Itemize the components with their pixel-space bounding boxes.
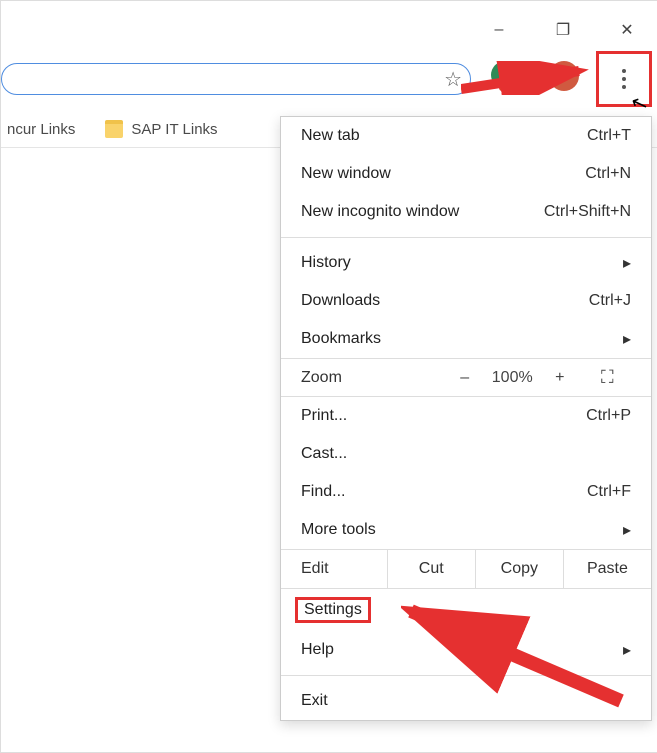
menu-item-history[interactable]: History ▸ [281,244,651,282]
chrome-main-menu: New tab Ctrl+T New window Ctrl+N New inc… [280,116,652,721]
edit-copy-button[interactable]: Copy [475,550,563,588]
bookmark-star-icon[interactable]: ☆ [444,67,462,92]
menu-item-zoom: Zoom – 100% + ⛶ [281,358,651,397]
menu-item-more-tools[interactable]: More tools ▸ [281,511,651,549]
menu-edit-row: Edit Cut Copy Paste [281,549,651,589]
bookmark-folder-sap[interactable]: SAP IT Links [105,120,217,138]
menu-item-print[interactable]: Print... Ctrl+P [281,397,651,435]
extension-off-badge: off [499,79,519,91]
browser-window: – ❐ ✕ ☆ off ↖ ncur Links SAP IT Links Ne… [0,0,657,753]
vertical-dots-icon [622,69,626,89]
menu-item-new-tab[interactable]: New tab Ctrl+T [281,117,651,155]
zoom-in-button[interactable]: + [536,369,584,387]
maximize-button[interactable]: ❐ [542,15,584,45]
bookmark-folder-concur[interactable]: ncur Links [7,121,75,138]
profile-avatar[interactable] [549,61,579,91]
menu-item-exit[interactable]: Exit [281,682,651,720]
fullscreen-icon[interactable]: ⛶ [584,367,632,388]
chevron-right-icon: ▸ [623,253,631,273]
chevron-right-icon: ▸ [623,640,631,660]
address-bar-container: ☆ [1,63,471,93]
minimize-button[interactable]: – [478,15,520,45]
menu-item-find[interactable]: Find... Ctrl+F [281,473,651,511]
zoom-out-button[interactable]: – [441,369,489,387]
address-bar[interactable]: ☆ [1,63,471,95]
menu-item-bookmarks[interactable]: Bookmarks ▸ [281,320,651,358]
edit-paste-button[interactable]: Paste [563,550,651,588]
menu-divider [281,675,651,676]
chevron-right-icon: ▸ [623,329,631,349]
menu-item-settings[interactable]: Settings [281,589,651,631]
bookmark-label: SAP IT Links [131,121,217,138]
zoom-level: 100% [489,369,537,387]
edit-cut-button[interactable]: Cut [387,550,475,588]
close-button[interactable]: ✕ [606,15,648,45]
folder-icon [105,120,123,138]
menu-item-help[interactable]: Help ▸ [281,631,651,669]
menu-item-new-window[interactable]: New window Ctrl+N [281,155,651,193]
menu-item-downloads[interactable]: Downloads Ctrl+J [281,282,651,320]
edit-label: Edit [281,550,387,588]
menu-item-incognito[interactable]: New incognito window Ctrl+Shift+N [281,193,651,231]
kebab-menu-button[interactable] [596,51,652,107]
menu-divider [281,237,651,238]
chevron-right-icon: ▸ [623,520,631,540]
window-controls: – ❐ ✕ [478,15,648,45]
menu-item-cast[interactable]: Cast... [281,435,651,473]
zoom-label: Zoom [301,369,441,387]
bookmark-label: ncur Links [7,121,75,138]
